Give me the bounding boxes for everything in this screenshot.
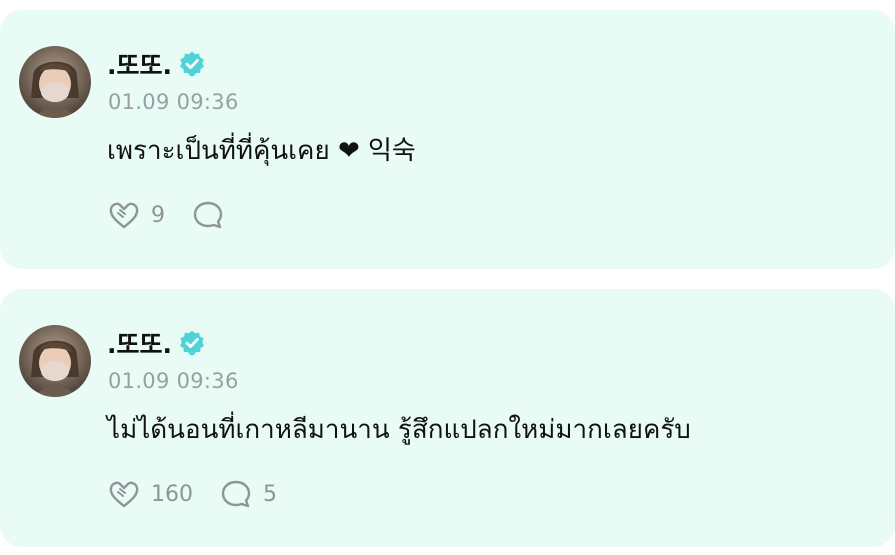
post-message: ไม่ได้นอนที่เกาหลีมานาน รู้สึกแปลกใหม่มา…: [107, 415, 691, 445]
post-timestamp: 01.09 09:36: [108, 90, 239, 114]
reaction-button[interactable]: 160: [107, 477, 193, 511]
author-name[interactable]: .또또.: [107, 325, 172, 361]
post-card: .또또. 01.09 09:36 ไม่ได้นอนที่เกาหลีมานาน…: [0, 289, 895, 547]
verified-badge-icon: [178, 329, 206, 357]
reaction-count: 9: [151, 202, 165, 228]
comment-button[interactable]: [191, 198, 235, 232]
comment-button[interactable]: 5: [219, 477, 277, 511]
heart-reaction-icon: [107, 198, 141, 232]
comment-bubble-icon: [219, 477, 253, 511]
reaction-button[interactable]: 9: [107, 198, 165, 232]
post-card: .또또. 01.09 09:36 เพราะเป็นที่ที่คุ้นเคย …: [0, 10, 895, 269]
verified-badge-icon: [178, 50, 206, 78]
author-name[interactable]: .또또.: [107, 46, 172, 82]
post-message: เพราะเป็นที่ที่คุ้นเคย ❤︎ 익숙: [107, 136, 416, 166]
fan-feed: .또또. 01.09 09:36 เพราะเป็นที่ที่คุ้นเคย …: [0, 0, 895, 555]
avatar[interactable]: [19, 325, 91, 397]
post-timestamp: 01.09 09:36: [108, 369, 239, 393]
author-row: .또또.: [107, 327, 206, 359]
comment-bubble-icon: [191, 198, 225, 232]
post-actions: 9: [107, 198, 235, 232]
author-row: .또또.: [107, 48, 206, 80]
post-actions: 160 5: [107, 477, 277, 511]
heart-reaction-icon: [107, 477, 141, 511]
avatar[interactable]: [19, 46, 91, 118]
comment-count: 5: [263, 481, 277, 507]
reaction-count: 160: [151, 481, 193, 507]
